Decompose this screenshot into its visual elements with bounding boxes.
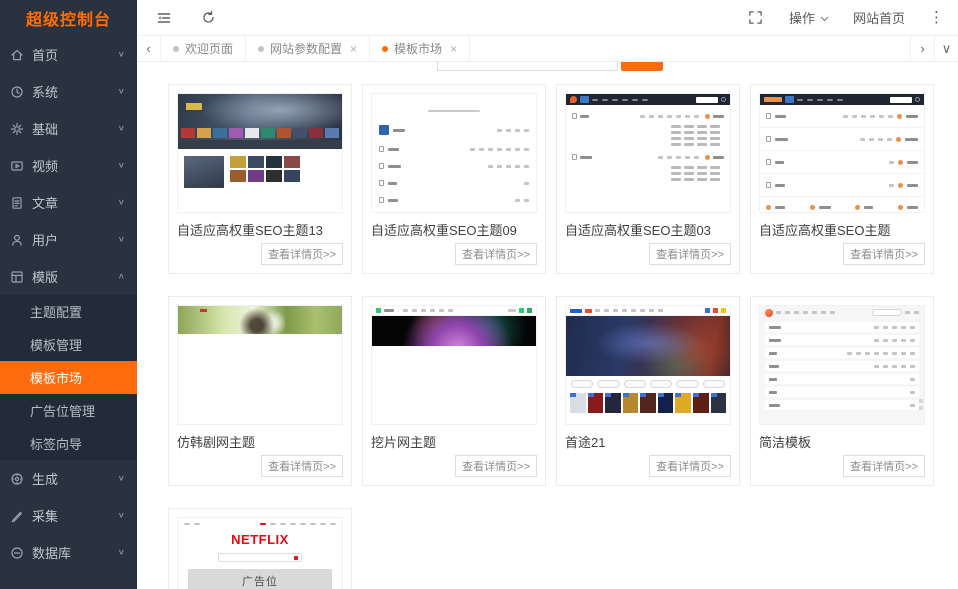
admin-console: 超级控制台 首页 ∨ 系统 ∨ 基础 ∨ 视频 ∨ 文章 ∨ 用户 bbox=[0, 0, 958, 589]
sidebar-item-base[interactable]: 基础 ∨ bbox=[0, 110, 137, 147]
tabs-scroll-left[interactable]: ‹ bbox=[137, 36, 161, 61]
template-grid: 自适应高权重SEO主题13 查看详情页>> bbox=[168, 84, 958, 589]
template-title: 自适应高权重SEO主题13 bbox=[177, 220, 343, 239]
search-button[interactable] bbox=[621, 62, 663, 71]
sidebar: 超级控制台 首页 ∨ 系统 ∨ 基础 ∨ 视频 ∨ 文章 ∨ 用户 bbox=[0, 0, 137, 589]
collapse-menu-icon[interactable] bbox=[155, 9, 173, 27]
view-detail-link[interactable]: 查看详情页>> bbox=[843, 455, 925, 477]
sidebar-item-home[interactable]: 首页 ∨ bbox=[0, 36, 137, 73]
user-icon bbox=[9, 232, 24, 247]
submenu-item-tag-wizard[interactable]: 标签向导 bbox=[0, 427, 137, 460]
sidebar-item-database[interactable]: 数据库 ∨ bbox=[0, 534, 137, 571]
ad-slot-banner: 广告位 bbox=[188, 569, 332, 589]
template-title: 简洁模板 bbox=[759, 432, 925, 451]
template-card: 自适应高权重SEO主题13 查看详情页>> bbox=[168, 84, 352, 274]
submenu-item-ad-manage[interactable]: 广告位管理 bbox=[0, 394, 137, 427]
tab-dot bbox=[173, 46, 179, 52]
netflix-logo-text: NETFLIX bbox=[178, 532, 342, 547]
sidebar-item-user[interactable]: 用户 ∨ bbox=[0, 221, 137, 258]
kebab-menu-icon[interactable]: ⋮ bbox=[929, 10, 944, 25]
refresh-icon[interactable] bbox=[199, 9, 217, 27]
tab-template-market[interactable]: 模板市场 × bbox=[370, 36, 470, 61]
template-card: 挖片网主题 查看详情页>> bbox=[362, 296, 546, 486]
template-thumbnail bbox=[371, 305, 537, 425]
video-icon bbox=[9, 158, 24, 173]
template-thumbnail bbox=[371, 93, 537, 213]
template-icon bbox=[9, 269, 24, 284]
template-card: NETFLIX 广告位 bbox=[168, 508, 352, 589]
sidebar-item-video[interactable]: 视频 ∨ bbox=[0, 147, 137, 184]
template-title: 首途21 bbox=[565, 432, 731, 451]
fullscreen-icon[interactable] bbox=[747, 9, 765, 27]
thumb-search-bar bbox=[218, 553, 302, 562]
submenu-item-template-manage[interactable]: 模板管理 bbox=[0, 328, 137, 361]
template-card: 首途21 查看详情页>> bbox=[556, 296, 740, 486]
template-thumbnail bbox=[565, 305, 731, 425]
home-icon bbox=[9, 47, 24, 62]
submenu-item-theme-config[interactable]: 主题配置 bbox=[0, 295, 137, 328]
template-thumbnail bbox=[759, 93, 925, 213]
generate-icon bbox=[9, 471, 24, 486]
view-detail-link[interactable]: 查看详情页>> bbox=[455, 243, 537, 265]
app-title: 超级控制台 bbox=[0, 0, 137, 36]
view-detail-link[interactable]: 查看详情页>> bbox=[649, 243, 731, 265]
tab-welcome[interactable]: 欢迎页面 bbox=[161, 36, 246, 61]
view-detail-link[interactable]: 查看详情页>> bbox=[261, 455, 343, 477]
pencil-icon bbox=[9, 508, 24, 523]
sidebar-item-generate[interactable]: 生成 ∨ bbox=[0, 460, 137, 497]
template-title: 仿韩剧网主题 bbox=[177, 432, 343, 451]
tab-dot-active bbox=[382, 46, 388, 52]
tab-dot bbox=[258, 46, 264, 52]
document-icon bbox=[9, 195, 24, 210]
template-title: 自适应高权重SEO主题09 bbox=[371, 220, 537, 239]
view-detail-link[interactable]: 查看详情页>> bbox=[843, 243, 925, 265]
system-icon bbox=[9, 84, 24, 99]
tabs-menu-toggle[interactable]: ∨ bbox=[934, 36, 958, 61]
view-detail-link[interactable]: 查看详情页>> bbox=[649, 455, 731, 477]
close-icon[interactable]: × bbox=[450, 42, 457, 56]
template-card: 自适应高权重SEO主题09 查看详情页>> bbox=[362, 84, 546, 274]
gear-icon bbox=[9, 121, 24, 136]
view-detail-link[interactable]: 查看详情页>> bbox=[455, 455, 537, 477]
chevron-down-icon bbox=[820, 10, 829, 25]
sidebar-item-article[interactable]: 文章 ∨ bbox=[0, 184, 137, 221]
site-home-link[interactable]: 网站首页 bbox=[853, 8, 905, 27]
topbar: 操作 网站首页 ⋮ bbox=[137, 0, 958, 36]
template-card: 简洁模板 查看详情页>> bbox=[750, 296, 934, 486]
template-card: 自适应高权重SEO主题03 查看详情页>> bbox=[556, 84, 740, 274]
template-market-page: 自适应高权重SEO主题13 查看详情页>> bbox=[137, 62, 958, 589]
submenu-item-template-market[interactable]: 模板市场 bbox=[0, 361, 137, 394]
template-card: 自适应高权重SEO主题 查看详情页>> bbox=[750, 84, 934, 274]
view-detail-link[interactable]: 查看详情页>> bbox=[261, 243, 343, 265]
template-thumbnail: NETFLIX 广告位 bbox=[177, 517, 343, 589]
tabs-scroll-right[interactable]: › bbox=[910, 36, 934, 61]
template-title: 自适应高权重SEO主题03 bbox=[565, 220, 731, 239]
tab-bar: ‹ 欢迎页面 网站参数配置 × 模板市场 × › ∨ bbox=[137, 36, 958, 62]
template-title: 挖片网主题 bbox=[371, 432, 537, 451]
template-thumbnail bbox=[177, 305, 343, 425]
template-thumbnail bbox=[565, 93, 731, 213]
sidebar-item-template[interactable]: 模版 ∧ bbox=[0, 258, 137, 295]
template-thumbnail bbox=[177, 93, 343, 213]
search-area bbox=[437, 62, 663, 71]
template-submenu: 主题配置 模板管理 模板市场 广告位管理 标签向导 bbox=[0, 295, 137, 460]
actions-dropdown[interactable]: 操作 bbox=[789, 8, 829, 27]
database-icon bbox=[9, 545, 24, 560]
template-title: 自适应高权重SEO主题 bbox=[759, 220, 925, 239]
tab-site-params[interactable]: 网站参数配置 × bbox=[246, 36, 370, 61]
sidebar-item-system[interactable]: 系统 ∨ bbox=[0, 73, 137, 110]
sidebar-item-collect[interactable]: 采集 ∨ bbox=[0, 497, 137, 534]
template-card: 仿韩剧网主题 查看详情页>> bbox=[168, 296, 352, 486]
close-icon[interactable]: × bbox=[350, 42, 357, 56]
search-input[interactable] bbox=[437, 62, 618, 71]
template-thumbnail bbox=[759, 305, 925, 425]
